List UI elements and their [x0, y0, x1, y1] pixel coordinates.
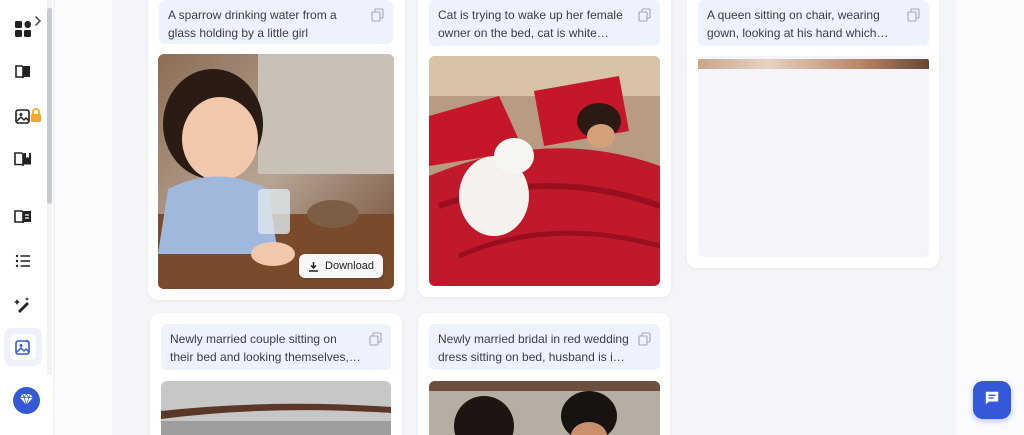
right-background — [956, 0, 1024, 435]
content-gutter — [55, 0, 112, 435]
copy-icon[interactable] — [638, 332, 651, 346]
image-generator-icon[interactable] — [4, 328, 42, 366]
download-button[interactable]: Download — [299, 254, 383, 278]
chat-button[interactable] — [973, 381, 1011, 419]
generated-image[interactable] — [161, 381, 391, 435]
prompt-text: Newly married bridal in red wedding dres… — [438, 332, 629, 364]
copy-icon[interactable] — [371, 8, 384, 22]
lock-icon — [30, 108, 42, 122]
prompt-text: Newly married couple sitting on their be… — [170, 332, 349, 364]
list-icon[interactable] — [8, 246, 38, 276]
reader-icon[interactable] — [8, 202, 38, 232]
prompt-box: Newly married couple sitting on their be… — [161, 324, 391, 370]
generated-image[interactable] — [429, 381, 660, 435]
prompt-text: A sparrow drinking water from a glass ho… — [168, 8, 337, 40]
magic-pen-icon[interactable] — [8, 290, 38, 320]
download-label: Download — [325, 260, 374, 272]
chat-icon — [984, 390, 1000, 411]
prompt-box: Cat is trying to wake up her female owne… — [429, 0, 660, 46]
prompt-box: A sparrow drinking water from a glass ho… — [159, 0, 393, 44]
copy-icon[interactable] — [907, 8, 920, 22]
prompt-text: A queen sitting on chair, wearing gown, … — [707, 8, 880, 40]
copy-icon[interactable] — [369, 332, 382, 346]
premium-button[interactable] — [13, 387, 40, 414]
dashboard-icon[interactable] — [8, 14, 38, 44]
book-icon[interactable] — [8, 57, 38, 87]
copy-icon[interactable] — [638, 8, 651, 22]
open-book-icon[interactable] — [8, 144, 38, 174]
prompt-box: Newly married bridal in red wedding dres… — [429, 324, 660, 370]
download-icon — [309, 261, 319, 272]
diamond-icon — [20, 392, 33, 410]
sidebar-scrollbar-thumb[interactable] — [47, 8, 52, 204]
generated-image[interactable]: Download — [158, 54, 394, 289]
generated-image[interactable] — [429, 56, 660, 286]
prompt-box: A queen sitting on chair, wearing gown, … — [698, 0, 929, 46]
generated-image-loading[interactable] — [698, 56, 929, 257]
prompt-text: Cat is trying to wake up her female owne… — [438, 8, 623, 40]
